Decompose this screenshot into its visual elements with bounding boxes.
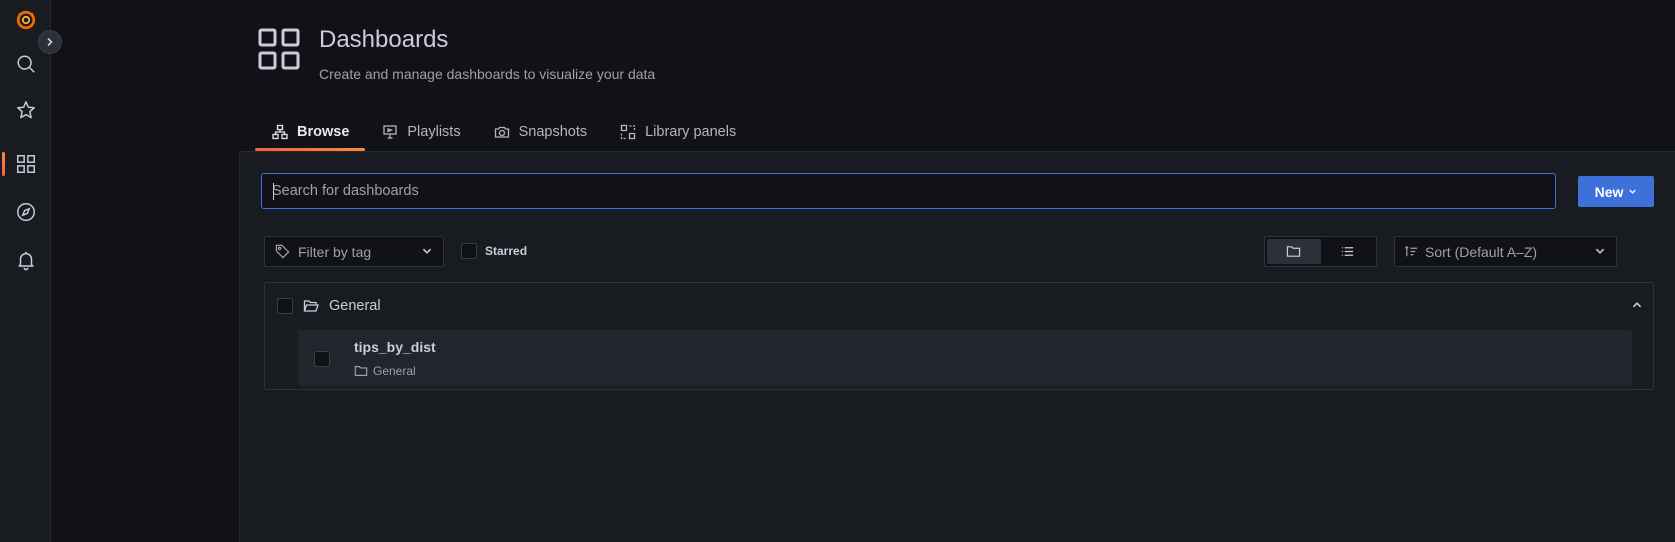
new-button-label: New (1594, 183, 1624, 200)
tab-label: Browse (297, 123, 350, 140)
grafana-app: Dashboards Create and manage dashboards … (0, 0, 1675, 542)
folder-icon (1287, 246, 1301, 257)
tab-bar: Browse Playlists Snapshots Library panel… (255, 112, 752, 151)
dashboards-header-icon (258, 28, 300, 70)
expand-menu-button[interactable] (38, 30, 62, 54)
browse-panel: New Filter by tag Starred (239, 151, 1675, 542)
dashboard-list-item[interactable]: tips_by_dist General (298, 330, 1632, 386)
dashboard-title[interactable]: tips_by_dist (354, 339, 436, 355)
folder-icon (354, 366, 368, 376)
tab-label: Library panels (645, 123, 737, 140)
chevron-up-icon[interactable] (1631, 299, 1643, 311)
folder-name: General (329, 298, 381, 314)
chevron-down-icon (422, 248, 432, 254)
sitemap-icon (272, 124, 288, 139)
tab-label: Snapshots (518, 123, 588, 140)
tag-icon (275, 244, 290, 259)
tab-browse[interactable]: Browse (255, 112, 366, 151)
folder-view-button[interactable] (1267, 239, 1321, 264)
filter-row: Filter by tag Starred Sort (Default A–Z) (264, 236, 1654, 267)
list-view-button[interactable] (1321, 239, 1375, 264)
starred-checkbox[interactable] (461, 243, 477, 259)
folder-header[interactable]: General (277, 297, 1643, 315)
sort-icon (1404, 245, 1418, 257)
starred-label: Starred (485, 244, 528, 258)
tag-filter-select[interactable]: Filter by tag (264, 236, 444, 267)
presentation-icon (383, 124, 398, 139)
dashboard-checkbox[interactable] (314, 351, 330, 367)
dashboards-grid-icon[interactable] (0, 144, 51, 184)
folder-open-icon (303, 300, 319, 312)
folder-checkbox[interactable] (277, 298, 293, 314)
search-input[interactable] (262, 174, 1555, 208)
sort-label: Sort (Default A–Z) (1425, 243, 1538, 260)
page-title: Dashboards (319, 26, 449, 53)
alerting-bell-icon[interactable] (0, 240, 51, 280)
text-cursor (273, 183, 274, 200)
list-icon (1341, 247, 1353, 256)
tab-playlists[interactable]: Playlists (365, 112, 476, 151)
tag-filter-placeholder: Filter by tag (298, 243, 372, 260)
dashboard-folder: General (354, 364, 416, 378)
dashboard-folder-label: General (373, 364, 416, 378)
view-mode-toggle (1264, 236, 1377, 267)
chevron-down-icon (1595, 248, 1605, 254)
tab-snapshots[interactable]: Snapshots (477, 112, 604, 151)
search-input-wrapper (261, 173, 1556, 209)
explore-compass-icon[interactable] (0, 192, 51, 232)
library-panel-icon (620, 124, 636, 139)
tab-label: Playlists (407, 123, 461, 140)
chevron-right-icon (47, 37, 53, 47)
sort-select[interactable]: Sort (Default A–Z) (1394, 236, 1617, 267)
star-icon[interactable] (0, 90, 51, 130)
chevron-down-icon (1629, 189, 1637, 194)
folder-section-general: General tips_by_dist General (264, 282, 1654, 390)
page-subtitle: Create and manage dashboards to visualiz… (319, 66, 656, 82)
camera-icon (494, 126, 509, 138)
side-nav (0, 0, 51, 542)
tab-library-panels[interactable]: Library panels (603, 112, 752, 151)
starred-filter[interactable]: Starred (461, 243, 527, 259)
new-button[interactable]: New (1578, 176, 1654, 207)
